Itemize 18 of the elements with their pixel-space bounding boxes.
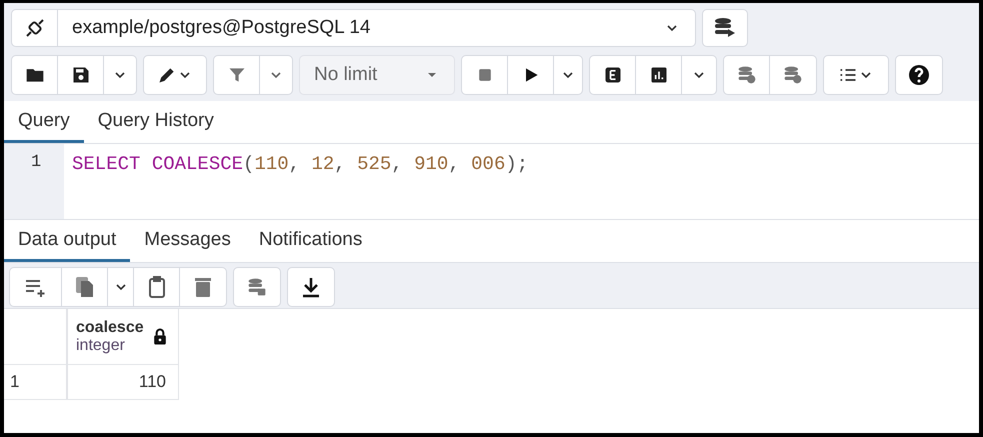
editor-tab[interactable]: Query History (84, 101, 228, 143)
sql-code: SELECT COALESCE(110, 12, 525, 910, 006); (71, 152, 528, 177)
connection-selector[interactable]: example/postgres@PostgreSQL 14 (11, 9, 696, 47)
output-tab[interactable]: Notifications (244, 220, 376, 262)
line-number: 1 (4, 144, 64, 219)
row-number: 1 (4, 365, 67, 400)
explain-icon (602, 65, 622, 85)
database-icon (713, 16, 737, 40)
output-tab[interactable]: Messages (130, 220, 245, 262)
save-icon (70, 65, 90, 85)
help-icon (907, 63, 931, 87)
column-name: coalesce (76, 318, 144, 336)
connection-label: example/postgres@PostgreSQL 14 (71, 16, 372, 40)
bar-chart-icon (648, 65, 668, 85)
limit-dropdown[interactable]: No limit (299, 55, 455, 95)
column-type: integer (76, 336, 126, 354)
table-cell: 110 (67, 365, 179, 400)
database-button[interactable] (702, 9, 748, 47)
